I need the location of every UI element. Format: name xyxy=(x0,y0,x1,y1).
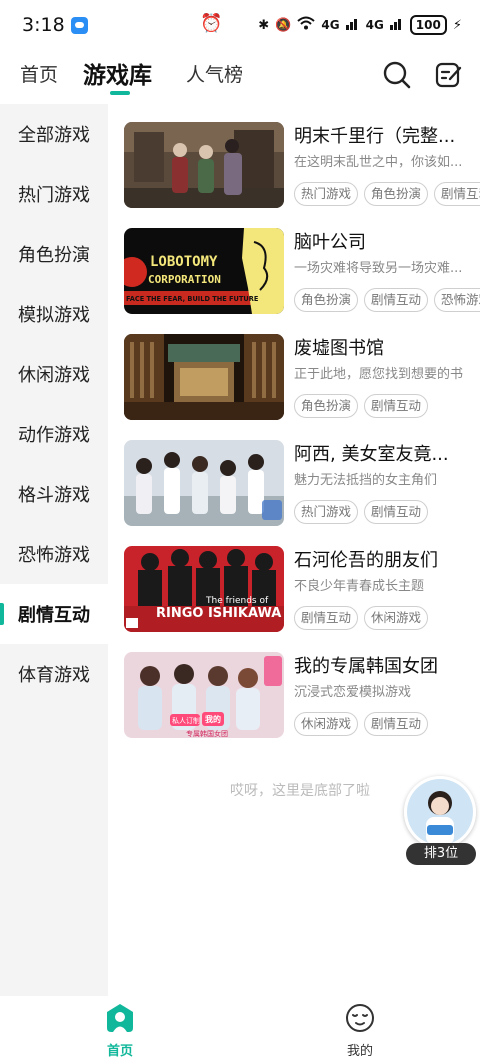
game-item[interactable]: LOBOTOMY CORPORATION FACE THE FEAR, BUIL… xyxy=(124,226,480,332)
sidebar-item-simulation[interactable]: 模拟游戏 xyxy=(0,284,108,344)
edit-icon xyxy=(435,62,462,88)
bottom-nav-mine-label: 我的 xyxy=(346,1044,373,1058)
game-tag[interactable]: 角色扮演 xyxy=(294,288,359,312)
game-tags: 角色扮演 剧情互动 xyxy=(294,394,480,420)
game-tag[interactable]: 休闲游戏 xyxy=(364,606,429,630)
sidebar-item-all[interactable]: 全部游戏 xyxy=(0,104,108,164)
category-sidebar: 全部游戏 热门游戏 角色扮演 模拟游戏 休闲游戏 动作游戏 格斗游戏 恐怖游戏 … xyxy=(0,104,108,996)
game-tags: 热门游戏 剧情互动 xyxy=(294,500,480,526)
game-description: 一场灾难将导致另一场灾难... xyxy=(294,261,463,276)
game-list: 明末千里行（完整... 在这明末乱世之中，你该如... 热门游戏 角色扮演 剧情… xyxy=(124,120,480,756)
rank-avatar xyxy=(404,776,476,848)
game-tag[interactable]: 热门游戏 xyxy=(294,500,359,524)
status-bar: 3:18 ⏰ ✱ 🔕 4G 4G 100 ⚡ xyxy=(0,0,480,50)
game-thumbnail xyxy=(124,334,284,420)
game-description: 魅力无法抵挡的女主角们 xyxy=(294,473,438,488)
thumb-text-ringo: RINGO ISHIKAWA xyxy=(156,606,281,621)
game-tag[interactable]: 角色扮演 xyxy=(294,394,359,418)
game-title: 阿西, 美女室友竟... xyxy=(294,444,449,465)
signal-1: 4G xyxy=(321,18,340,32)
game-thumbnail: LOBOTOMY CORPORATION FACE THE FEAR, BUIL… xyxy=(124,228,284,314)
game-tag[interactable]: 剧情互动 xyxy=(364,288,429,312)
game-tag[interactable]: 休闲游戏 xyxy=(294,712,359,736)
game-description: 在这明末乱世之中，你该如... xyxy=(294,155,463,170)
bottom-nav-mine[interactable]: 我的 xyxy=(330,1002,390,1058)
active-tab-indicator xyxy=(110,91,130,95)
search-button[interactable] xyxy=(382,60,412,90)
thumb-text-lobotomy: LOBOTOMY xyxy=(150,254,218,270)
signal-bars-1-icon xyxy=(345,16,360,34)
game-title: 废墟图书馆 xyxy=(294,338,384,359)
thumb-text-mine: 我的 xyxy=(205,714,221,724)
sidebar-item-casual[interactable]: 休闲游戏 xyxy=(0,344,108,404)
game-tag[interactable]: 剧情互动 xyxy=(364,712,429,736)
mute-icon: 🔕 xyxy=(275,17,292,33)
game-tag[interactable]: 热门游戏 xyxy=(294,182,359,206)
floating-rank-widget[interactable]: 排3位 xyxy=(402,776,478,868)
thumb-text-corporation: CORPORATION xyxy=(148,273,221,286)
signal-bars-2-icon xyxy=(389,16,404,34)
sidebar-item-horror[interactable]: 恐怖游戏 xyxy=(0,524,108,584)
game-item[interactable]: 私人订制 我的 专属韩国女团 我的专属韩国女团 沉浸式恋爱模拟游戏 休闲游戏 剧… xyxy=(124,650,480,756)
game-tag[interactable]: 剧情互动 xyxy=(294,606,359,630)
game-tag[interactable]: 剧情互动 xyxy=(364,500,429,524)
alarm-icon: ⏰ xyxy=(200,13,223,34)
game-description: 沉浸式恋爱模拟游戏 xyxy=(294,685,412,700)
game-description: 不良少年青春成长主题 xyxy=(294,579,425,594)
status-right: ✱ 🔕 4G 4G 100 ⚡ xyxy=(258,15,462,35)
signal-2: 4G xyxy=(365,18,384,32)
game-title: 石河伦吾的朋友们 xyxy=(294,550,438,571)
game-thumbnail xyxy=(124,122,284,208)
bottom-nav-home-label: 首页 xyxy=(106,1044,133,1058)
game-title: 明末千里行（完整... xyxy=(294,126,456,147)
game-item[interactable]: 明末千里行（完整... 在这明末乱世之中，你该如... 热门游戏 角色扮演 剧情… xyxy=(124,120,480,226)
game-tags: 休闲游戏 剧情互动 xyxy=(294,712,480,738)
thumb-text-friends-of: The friends of xyxy=(205,596,269,606)
rank-badge: 排3位 xyxy=(406,843,476,865)
thumb-text-tagline: FACE THE FEAR, BUILD THE FUTURE xyxy=(126,295,259,303)
game-tags: 角色扮演 剧情互动 恐怖游戏 xyxy=(294,288,480,314)
game-tag[interactable]: 恐怖游戏 xyxy=(434,288,480,312)
game-tag[interactable]: 剧情互动 xyxy=(434,182,480,206)
search-icon xyxy=(383,61,411,89)
game-title: 我的专属韩国女团 xyxy=(294,656,438,677)
sidebar-item-fighting[interactable]: 格斗游戏 xyxy=(0,464,108,524)
face-icon xyxy=(346,1004,374,1032)
thumb-text-group: 专属韩国女团 xyxy=(186,729,228,738)
game-description: 正于此地，愿您找到想要的书 xyxy=(294,367,464,382)
home-icon xyxy=(107,1004,133,1032)
sidebar-item-hot[interactable]: 热门游戏 xyxy=(0,164,108,224)
tab-game-library[interactable]: 游戏库 xyxy=(83,56,152,90)
game-item[interactable]: The friends of RINGO ISHIKAWA 石河伦吾的朋友们 不… xyxy=(124,544,480,650)
game-item[interactable]: 阿西, 美女室友竟... 魅力无法抵挡的女主角们 热门游戏 剧情互动 xyxy=(124,438,480,544)
game-tag[interactable]: 剧情互动 xyxy=(364,394,429,418)
bluetooth-icon: ✱ xyxy=(258,17,270,33)
top-nav: 首页 游戏库 人气榜 xyxy=(0,52,480,102)
tab-home[interactable]: 首页 xyxy=(20,60,58,87)
game-thumbnail xyxy=(124,440,284,526)
game-tags: 热门游戏 角色扮演 剧情互动 xyxy=(294,182,480,208)
sidebar-item-action[interactable]: 动作游戏 xyxy=(0,404,108,464)
battery-level: 100 xyxy=(409,15,447,35)
tab-popularity[interactable]: 人气榜 xyxy=(186,60,243,87)
sidebar-item-rpg[interactable]: 角色扮演 xyxy=(0,224,108,284)
edit-button[interactable] xyxy=(434,60,464,90)
sidebar-item-story[interactable]: 剧情互动 xyxy=(0,584,108,644)
notification-icon xyxy=(70,16,88,34)
status-time: 3:18 xyxy=(22,14,65,36)
game-thumbnail: The friends of RINGO ISHIKAWA xyxy=(124,546,284,632)
wifi-icon xyxy=(297,16,316,34)
sidebar-item-sports[interactable]: 体育游戏 xyxy=(0,644,108,704)
game-tag[interactable]: 角色扮演 xyxy=(364,182,429,206)
charging-icon: ⚡ xyxy=(452,17,462,33)
thumb-text-custom: 私人订制 xyxy=(172,716,200,725)
game-tags: 剧情互动 休闲游戏 xyxy=(294,606,480,632)
bottom-nav: 首页 我的 xyxy=(0,996,480,1058)
game-title: 脑叶公司 xyxy=(294,232,366,253)
game-thumbnail: 私人订制 我的 专属韩国女团 xyxy=(124,652,284,738)
game-item[interactable]: 废墟图书馆 正于此地，愿您找到想要的书 角色扮演 剧情互动 xyxy=(124,332,480,438)
bottom-nav-home[interactable]: 首页 xyxy=(90,1002,150,1058)
